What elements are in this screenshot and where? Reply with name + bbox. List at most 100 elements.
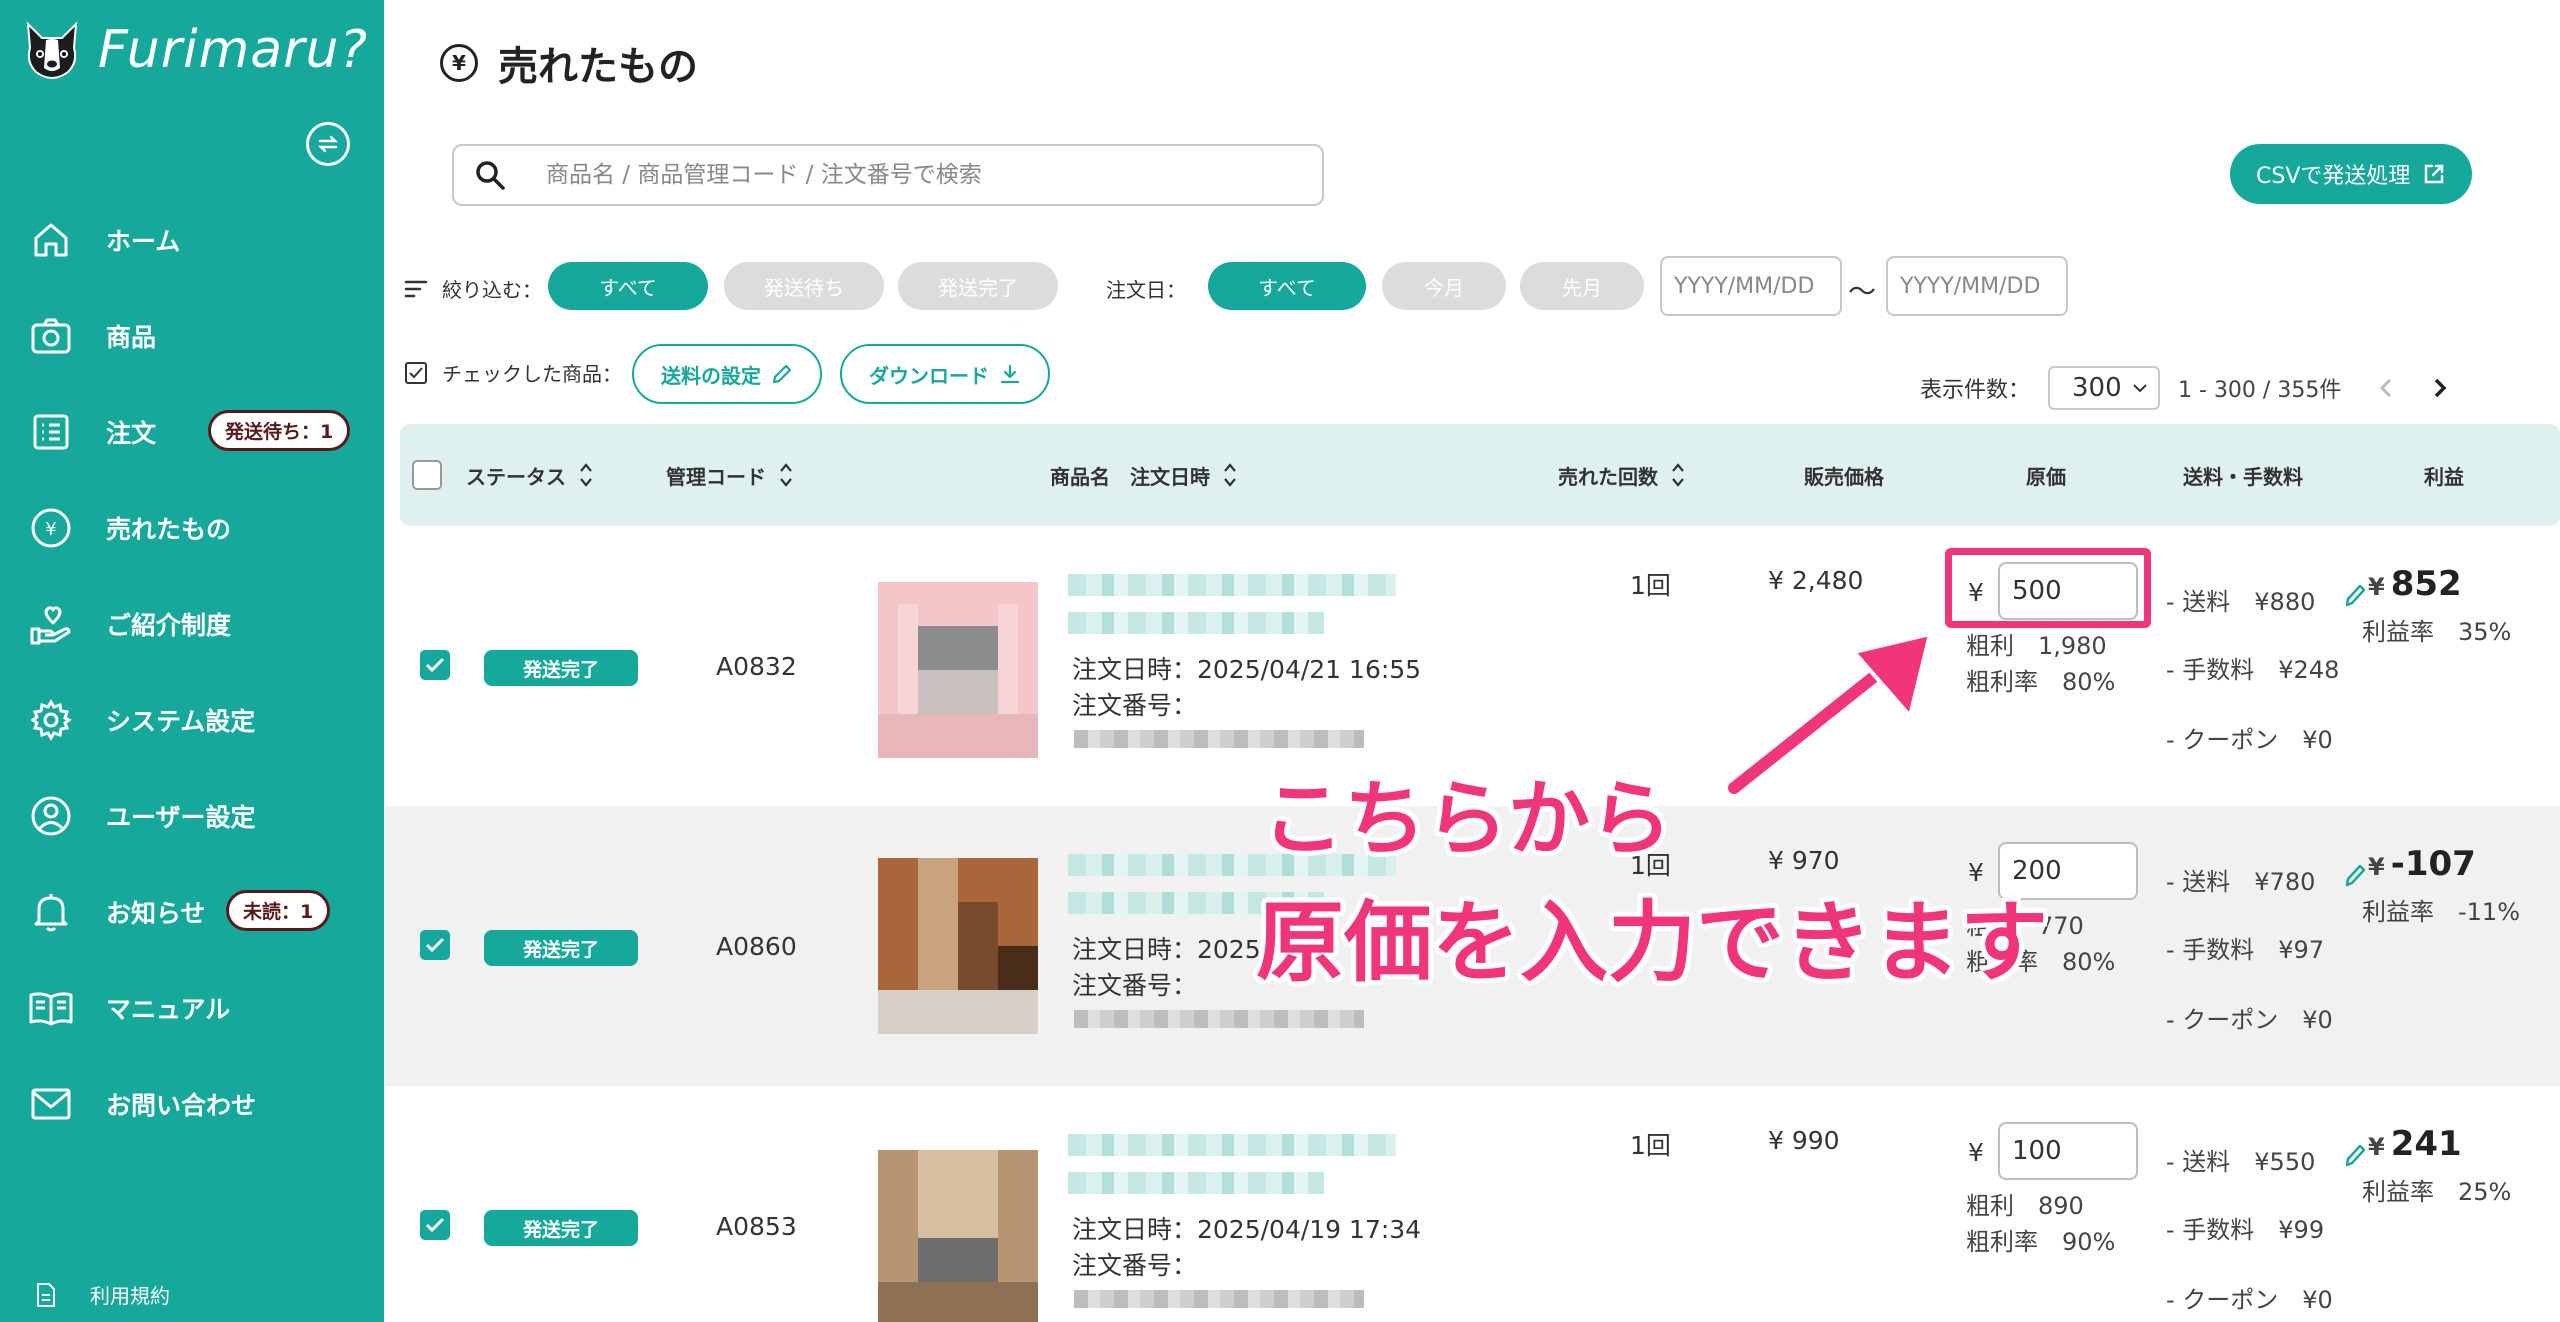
- profit-currency: ¥: [2368, 1133, 2385, 1161]
- coupon: - クーポン ¥0: [2166, 1286, 2333, 1314]
- profit-cell: ¥ -107: [2368, 844, 2476, 884]
- sale-price: ¥ 2,480: [1768, 566, 1864, 595]
- sidebar-item-label: お問い合わせ: [106, 1091, 257, 1120]
- order-number-blurred: [1074, 1010, 1364, 1028]
- sort-icon: [1670, 460, 1686, 490]
- profit-rate: 利益率 -11%: [2362, 898, 2521, 926]
- product-thumbnail[interactable]: [878, 858, 1038, 1034]
- terms-link[interactable]: 利用規約: [36, 1280, 170, 1309]
- shipping-settings-button[interactable]: 送料の設定: [632, 344, 822, 404]
- order-number-label: 注文番号：: [1072, 971, 1198, 1000]
- status-filter-shipped[interactable]: 発送完了: [898, 262, 1058, 310]
- column-header-product[interactable]: 商品名 注文日時: [1050, 424, 1238, 526]
- profit-value: -107: [2390, 844, 2476, 884]
- check-icon: [425, 657, 445, 673]
- column-header-label: 管理コード: [666, 464, 766, 489]
- sidebar-item-label: お知らせ: [106, 899, 206, 928]
- yen-circle-icon: ¥: [440, 44, 478, 82]
- gross-profit: 粗利 1,980: [1966, 632, 2107, 660]
- prev-page-button[interactable]: [2366, 368, 2406, 408]
- home-icon: [28, 217, 74, 263]
- product-thumbnail[interactable]: [878, 1150, 1038, 1322]
- sidebar-item-products[interactable]: 商品: [28, 306, 368, 366]
- book-icon: [28, 985, 74, 1031]
- coupon: - クーポン ¥0: [2166, 726, 2333, 754]
- product-name-blurred: [1068, 1172, 1324, 1194]
- list-icon: [28, 409, 74, 455]
- gross-profit: 粗利 890: [1966, 1192, 2084, 1220]
- column-header-times-sold[interactable]: 売れた回数: [1558, 424, 1686, 526]
- app-name: Furimaru?: [98, 20, 369, 80]
- hand-heart-icon: [28, 601, 74, 647]
- column-header-profit: 利益: [2424, 464, 2464, 489]
- times-sold: 1回: [1630, 1131, 1671, 1160]
- profit-value: 852: [2390, 564, 2462, 604]
- product-thumbnail[interactable]: [878, 582, 1038, 758]
- sidebar-item-user-settings[interactable]: ユーザー設定: [28, 786, 368, 846]
- csv-shipping-button[interactable]: CSVで発送処理: [2230, 144, 2473, 204]
- product-name-blurred[interactable]: [1068, 574, 1396, 596]
- column-header-status[interactable]: ステータス: [466, 424, 594, 526]
- sidebar-item-manual[interactable]: マニュアル: [28, 978, 368, 1038]
- annotation-line-2: 原価を入力できます: [1256, 891, 2049, 994]
- per-page-select[interactable]: 300: [2048, 366, 2161, 410]
- date-from-input[interactable]: YYYY/MM/DD: [1660, 256, 1842, 316]
- product-code: A0853: [716, 1212, 797, 1241]
- row-checkbox[interactable]: [420, 650, 450, 680]
- sales-fee: - 手数料 ¥97: [2166, 936, 2325, 964]
- pencil-icon[interactable]: [2344, 862, 2366, 888]
- column-header-label: 売れた回数: [1558, 464, 1658, 489]
- pencil-icon[interactable]: [2344, 582, 2366, 608]
- sidebar-item-contact[interactable]: お問い合わせ: [28, 1074, 368, 1134]
- external-link-icon: [2425, 164, 2444, 184]
- date-filter-all[interactable]: すべて: [1208, 262, 1366, 310]
- sidebar-item-label: ホーム: [106, 227, 181, 256]
- column-header-fees: 送料・手数料: [2183, 464, 2303, 489]
- pencil-icon[interactable]: [2344, 1142, 2366, 1168]
- mail-icon: [28, 1081, 74, 1127]
- bulk-label-text: チェックした商品：: [442, 362, 622, 386]
- row-checkbox[interactable]: [420, 1210, 450, 1240]
- sale-price: ¥ 970: [1768, 846, 1840, 875]
- chevron-left-icon: [2379, 378, 2392, 398]
- sidebar-item-home[interactable]: ホーム: [28, 210, 368, 270]
- sidebar-item-system-settings[interactable]: システム設定: [28, 690, 368, 750]
- next-page-button[interactable]: [2420, 368, 2460, 408]
- sidebar-item-label: ご紹介制度: [106, 611, 232, 640]
- toggle-sidebar-button[interactable]: [306, 122, 350, 166]
- date-to-input[interactable]: YYYY/MM/DD: [1886, 256, 2068, 316]
- product-name-blurred: [1068, 612, 1324, 634]
- order-number-blurred: [1074, 730, 1364, 748]
- date-filter-last-month[interactable]: 先月: [1520, 262, 1644, 310]
- filter-label: 絞り込む：: [404, 274, 542, 303]
- search-input[interactable]: [546, 162, 1286, 188]
- date-range-separator: 〜: [1848, 275, 1877, 308]
- column-header-label: ステータス: [466, 464, 566, 489]
- select-all-checkbox[interactable]: [412, 460, 442, 490]
- status-filter-pending[interactable]: 発送待ち: [724, 262, 884, 310]
- sidebar-item-sold[interactable]: ¥ 売れたもの: [28, 498, 368, 558]
- sidebar-item-referral[interactable]: ご紹介制度: [28, 594, 368, 654]
- search-bar[interactable]: [452, 144, 1324, 206]
- sidebar: Furimaru? ホーム 商品 注文 発送待ち：1 ¥ 売れたもの ご紹介制度: [0, 0, 384, 1322]
- order-date: 注文日時：2025/04/21 16:55: [1072, 655, 1422, 684]
- logo[interactable]: Furimaru?: [20, 18, 368, 82]
- table-header: ステータス 管理コード 商品名 注文日時 売れた回数 販売価格 原価 送料・手数…: [400, 424, 2560, 526]
- yen-circle-icon: ¥: [28, 505, 74, 551]
- order-number-blurred: [1074, 1290, 1364, 1308]
- profit-rate: 利益率 25%: [2362, 1178, 2512, 1206]
- unread-badge: 未読：1: [226, 890, 331, 931]
- date-filter-this-month[interactable]: 今月: [1382, 262, 1506, 310]
- cost-input[interactable]: 100: [1998, 1122, 2138, 1180]
- download-button[interactable]: ダウンロード: [840, 344, 1050, 404]
- status-filter-all[interactable]: すべて: [548, 262, 708, 310]
- column-header-code[interactable]: 管理コード: [666, 424, 794, 526]
- row-checkbox[interactable]: [420, 930, 450, 960]
- product-code: A0860: [716, 932, 797, 961]
- check-icon: [425, 937, 445, 953]
- document-icon: [37, 1282, 55, 1307]
- pending-shipment-badge: 発送待ち：1: [208, 410, 351, 451]
- order-number-label: 注文番号：: [1072, 1251, 1198, 1280]
- product-name-blurred[interactable]: [1068, 1134, 1396, 1156]
- sales-fee: - 手数料 ¥99: [2166, 1216, 2325, 1244]
